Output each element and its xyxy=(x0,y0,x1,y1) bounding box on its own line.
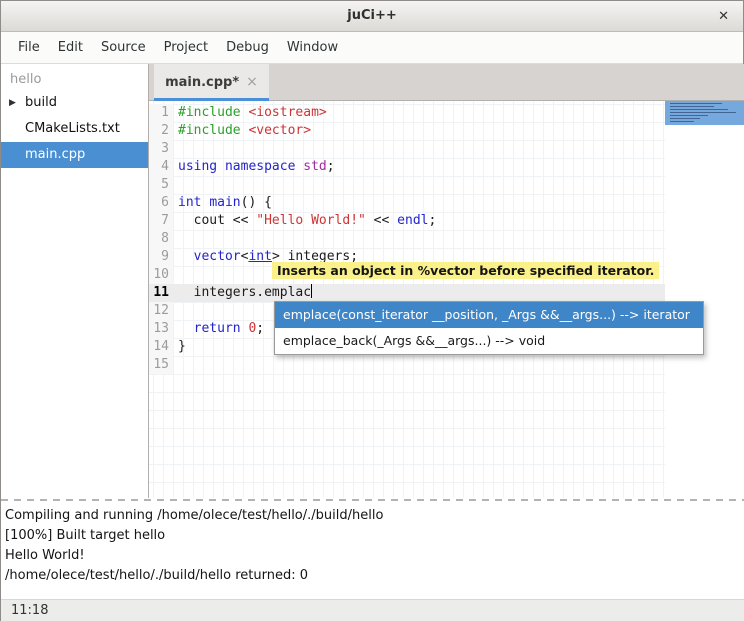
app-window: juCi++ ✕ File Edit Source Project Debug … xyxy=(0,0,744,621)
tab-label: main.cpp* xyxy=(165,75,239,90)
minimap-code-mark xyxy=(670,121,694,122)
code-text: cout << "Hello World!" << endl; xyxy=(173,212,436,230)
code-line[interactable]: 7 cout << "Hello World!" << endl; xyxy=(149,212,665,230)
menu-source[interactable]: Source xyxy=(92,34,155,61)
output-line: /home/olece/test/hello/./build/hello ret… xyxy=(5,566,744,586)
code-line[interactable]: 11 integers.emplac xyxy=(149,284,665,302)
menu-project[interactable]: Project xyxy=(155,34,217,61)
line-number: 14 xyxy=(149,338,173,356)
text-cursor xyxy=(311,284,312,298)
code-line[interactable]: 2#include <vector> xyxy=(149,122,665,140)
autocomplete-item-emplace-back[interactable]: emplace_back(_Args &&__args...) --> void xyxy=(275,328,703,354)
line-number: 4 xyxy=(149,158,173,176)
minimap-code-mark xyxy=(670,103,722,104)
tab-close-icon[interactable]: × xyxy=(246,74,258,90)
minimap-visible-region[interactable] xyxy=(665,101,744,125)
code-line[interactable]: 3 xyxy=(149,140,665,158)
code-text xyxy=(173,302,178,320)
code-line[interactable]: 4using namespace std; xyxy=(149,158,665,176)
status-time: 11:18 xyxy=(11,603,48,618)
output-line: Hello World! xyxy=(5,546,744,566)
doc-tooltip: Inserts an object in %vector before spec… xyxy=(272,262,659,279)
tree-item-cmakelists[interactable]: CMakeLists.txt xyxy=(1,116,148,142)
autocomplete-popup: emplace(const_iterator __position, _Args… xyxy=(274,301,704,355)
line-number: 11 xyxy=(149,284,173,302)
code-line[interactable]: 15 xyxy=(149,356,665,374)
tree-item-label: main.cpp xyxy=(25,147,85,162)
line-number: 6 xyxy=(149,194,173,212)
window-close-icon[interactable]: ✕ xyxy=(718,8,729,25)
code-text: using namespace std; xyxy=(173,158,335,176)
line-number: 5 xyxy=(149,176,173,194)
line-number: 1 xyxy=(149,104,173,122)
status-bar: 11:18 xyxy=(1,599,744,621)
minimap-code-mark xyxy=(670,112,736,113)
code-text xyxy=(173,230,178,248)
minimap-code-mark xyxy=(670,106,714,107)
tab-bar: main.cpp* × xyxy=(149,64,744,101)
menu-edit[interactable]: Edit xyxy=(49,34,92,61)
expander-icon[interactable]: ▶ xyxy=(9,90,16,116)
code-line[interactable]: 8 xyxy=(149,230,665,248)
tree-item-label: CMakeLists.txt xyxy=(25,121,120,136)
menu-debug[interactable]: Debug xyxy=(217,34,278,61)
line-number: 7 xyxy=(149,212,173,230)
line-number: 10 xyxy=(149,266,173,284)
code-text: #include <iostream> xyxy=(173,104,327,122)
title-bar: juCi++ ✕ xyxy=(1,1,743,32)
line-number: 8 xyxy=(149,230,173,248)
line-number: 2 xyxy=(149,122,173,140)
output-line: Compiling and running /home/olece/test/h… xyxy=(5,506,744,526)
autocomplete-item-emplace[interactable]: emplace(const_iterator __position, _Args… xyxy=(275,302,703,328)
line-number: 12 xyxy=(149,302,173,320)
minimap-code-mark xyxy=(670,109,728,110)
tab-main-cpp[interactable]: main.cpp* × xyxy=(154,64,269,100)
code-text: integers.emplac xyxy=(173,284,312,302)
minimap-code-mark xyxy=(670,118,700,119)
code-text: return 0; xyxy=(173,320,264,338)
minimap[interactable] xyxy=(665,101,744,498)
tree-item-main-cpp[interactable]: main.cpp xyxy=(1,142,148,168)
tree-item-label: build xyxy=(25,95,57,110)
menu-file[interactable]: File xyxy=(9,34,49,61)
code-editor[interactable]: 1#include <iostream>2#include <vector>34… xyxy=(149,101,665,498)
window-title: juCi++ xyxy=(1,8,743,23)
code-text: int main() { xyxy=(173,194,272,212)
code-text xyxy=(173,356,178,374)
project-name: hello xyxy=(1,64,148,90)
code-text: } xyxy=(173,338,186,356)
menu-window[interactable]: Window xyxy=(278,34,347,61)
code-text xyxy=(173,266,178,284)
code-text xyxy=(173,176,178,194)
minimap-code-mark xyxy=(670,115,708,116)
line-number: 15 xyxy=(149,356,173,374)
line-number: 13 xyxy=(149,320,173,338)
file-tree-panel: hello ▶ build CMakeLists.txt main.cpp xyxy=(1,64,149,498)
code-text xyxy=(173,140,178,158)
output-panel: Compiling and running /home/olece/test/h… xyxy=(1,501,744,599)
line-number: 9 xyxy=(149,248,173,266)
code-line[interactable]: 1#include <iostream> xyxy=(149,104,665,122)
tree-item-build[interactable]: ▶ build xyxy=(1,90,148,116)
code-text: #include <vector> xyxy=(173,122,311,140)
code-line[interactable]: 5 xyxy=(149,176,665,194)
code-line[interactable]: 6int main() { xyxy=(149,194,665,212)
line-number: 3 xyxy=(149,140,173,158)
output-line: [100%] Built target hello xyxy=(5,526,744,546)
menu-bar: File Edit Source Project Debug Window xyxy=(1,32,743,64)
